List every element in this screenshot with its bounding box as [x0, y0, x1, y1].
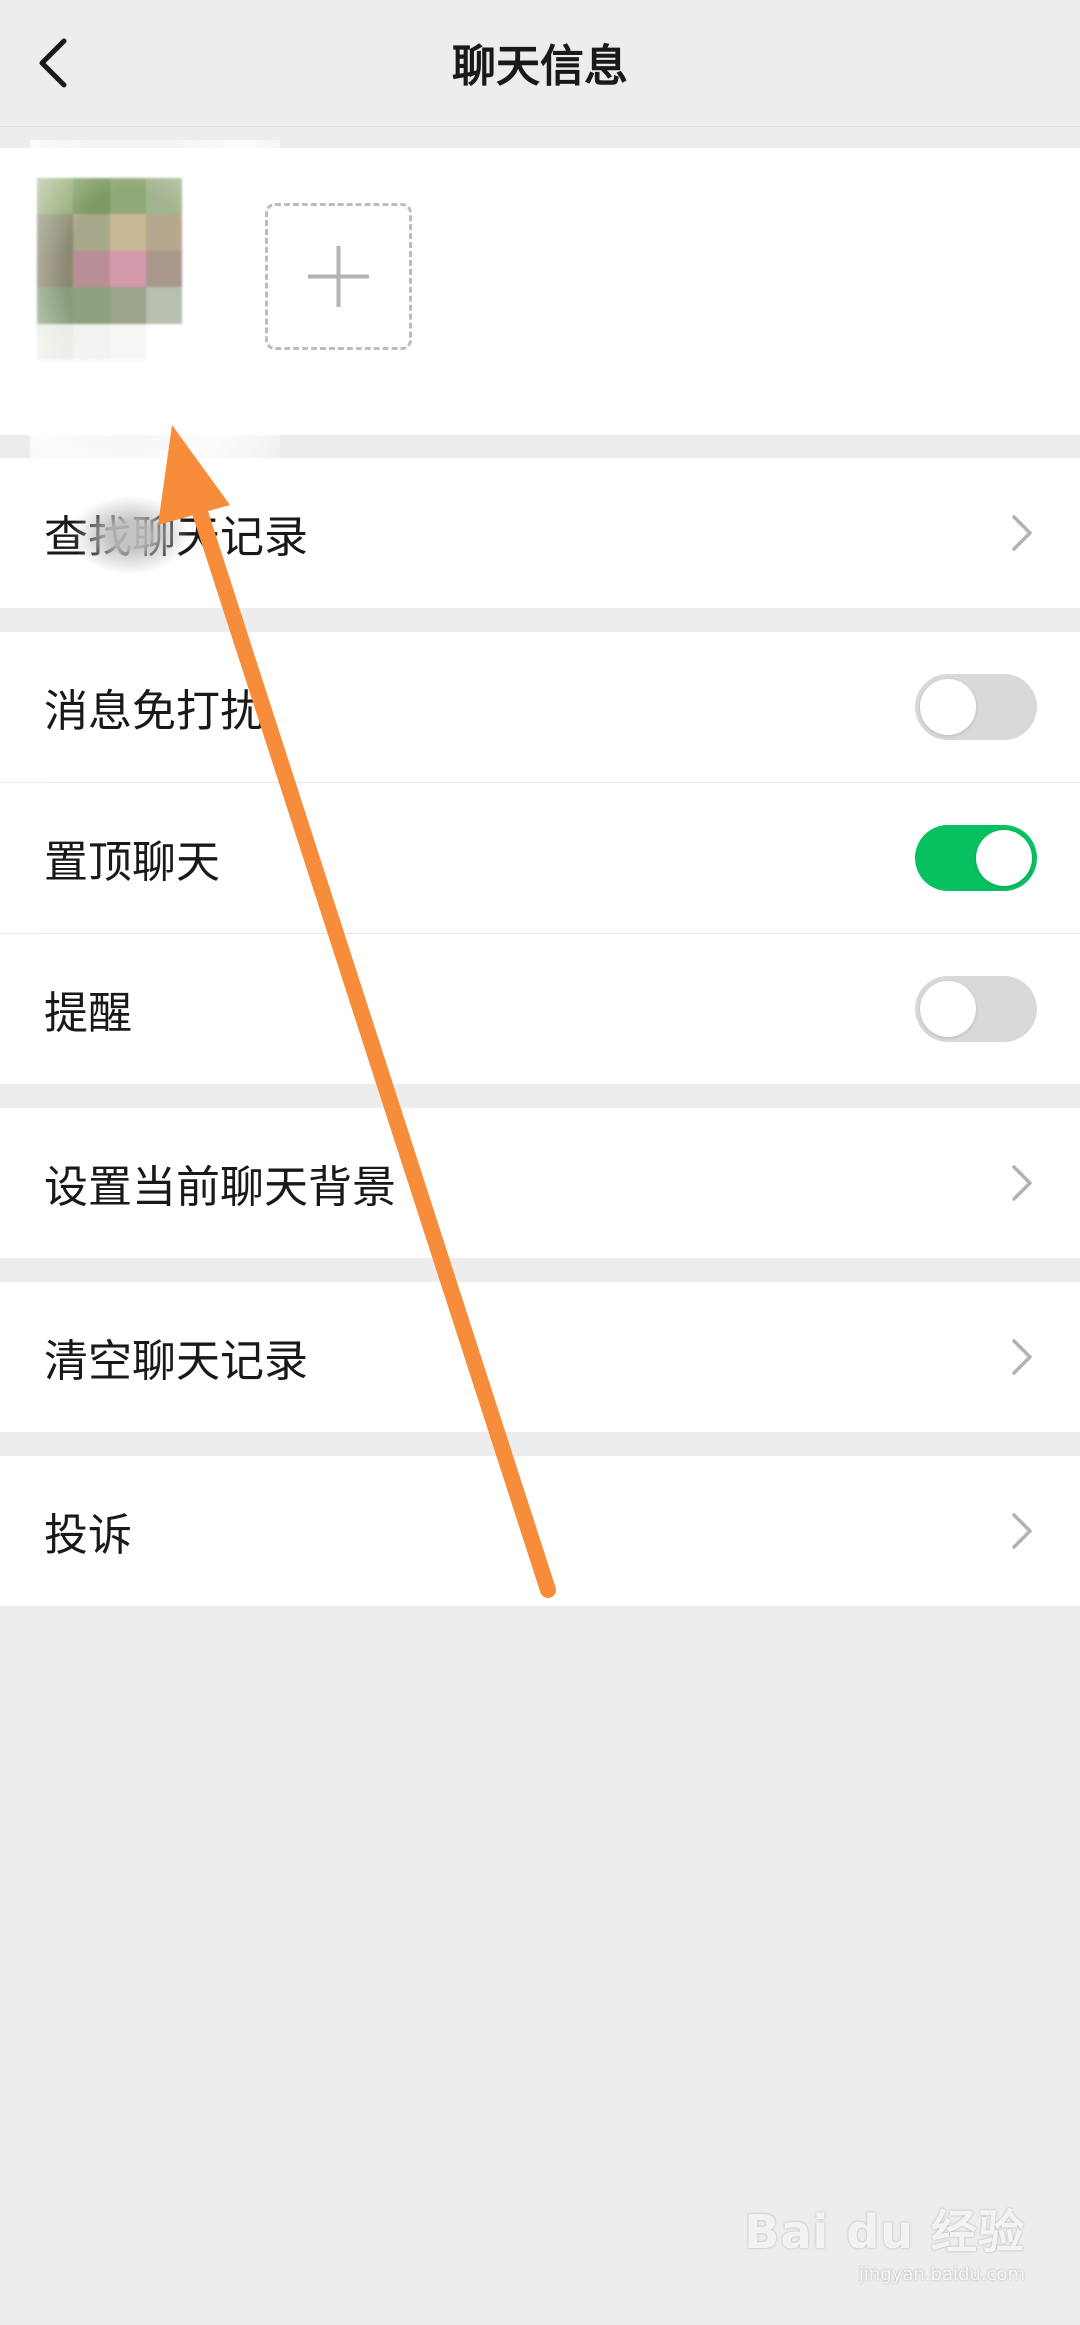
- row-report[interactable]: 投诉: [0, 1456, 1080, 1606]
- row-remind: 提醒: [0, 934, 1080, 1084]
- avatar-tile: [145, 250, 182, 288]
- member-avatar[interactable]: [37, 178, 182, 360]
- avatar-tile: [145, 287, 182, 324]
- row-mute: 消息免打扰: [0, 632, 1080, 782]
- avatar-tile: [109, 250, 146, 288]
- avatar-tile: [73, 323, 110, 360]
- avatar-tile: [109, 178, 146, 215]
- row-label-pin: 置顶聊天: [44, 837, 220, 888]
- watermark-url: jingyan.baidu.com: [858, 2264, 1025, 2285]
- row-label-mute: 消息免打扰: [44, 686, 264, 737]
- chevron-right-icon: [1012, 515, 1032, 551]
- chevron-right-icon: [1012, 1339, 1032, 1375]
- avatar-tile: [37, 287, 74, 324]
- avatar-tile: [109, 287, 146, 324]
- watermark-logo: Bai du 经验: [744, 2205, 1025, 2259]
- row-label-report: 投诉: [44, 1510, 132, 1561]
- mute-toggle[interactable]: [915, 674, 1037, 740]
- add-member-button[interactable]: [265, 203, 412, 350]
- nav-bar: 聊天信息: [0, 0, 1080, 127]
- row-pin: 置顶聊天: [0, 783, 1080, 933]
- page-title: 聊天信息: [452, 41, 628, 92]
- row-label-remind: 提醒: [44, 988, 132, 1039]
- chevron-right-icon: [1012, 1165, 1032, 1201]
- chevron-right-icon: [1012, 1513, 1032, 1549]
- remind-toggle[interactable]: [915, 976, 1037, 1042]
- avatar-tile: [73, 178, 110, 215]
- avatar-tile: [37, 323, 74, 360]
- row-chat-background[interactable]: 设置当前聊天背景: [0, 1108, 1080, 1258]
- avatar-tile: [37, 178, 74, 215]
- avatar-tile: [109, 214, 146, 251]
- plus-icon: [308, 246, 369, 307]
- avatar-tile: [37, 214, 74, 251]
- row-label-find-history: 查找聊天记录: [44, 512, 308, 563]
- avatar-tile: [73, 250, 110, 288]
- avatar-tile: [145, 178, 182, 215]
- avatar-tile: [145, 214, 182, 251]
- avatar-tile: [73, 214, 110, 251]
- toggle-knob: [920, 981, 976, 1037]
- toggle-knob: [976, 830, 1032, 886]
- row-find-history[interactable]: 查找聊天记录: [0, 458, 1080, 608]
- avatar-tile: [37, 250, 74, 288]
- pin-toggle[interactable]: [915, 825, 1037, 891]
- row-label-chat-background: 设置当前聊天背景: [44, 1162, 396, 1213]
- row-clear-history[interactable]: 清空聊天记录: [0, 1282, 1080, 1432]
- row-label-clear-history: 清空聊天记录: [44, 1336, 308, 1387]
- avatar-tile: [145, 323, 182, 360]
- avatar-tile: [73, 287, 110, 324]
- toggle-knob: [920, 679, 976, 735]
- avatar-tile: [109, 323, 146, 360]
- watermark: Bai du 经验 jingyan.baidu.com: [744, 2196, 1025, 2285]
